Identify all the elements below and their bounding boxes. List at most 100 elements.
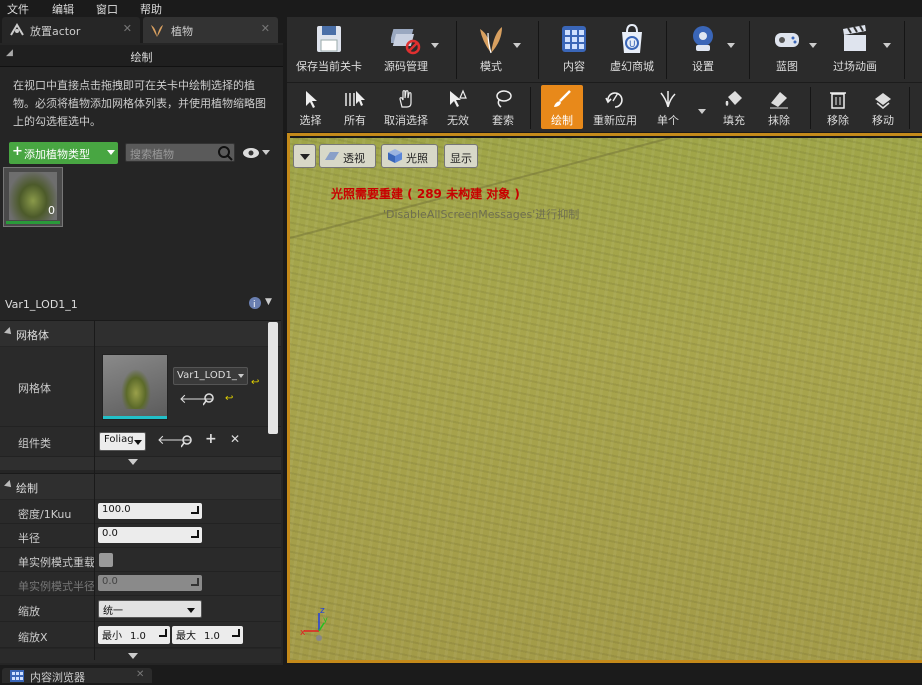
- collapse-arrow-icon: [4, 327, 14, 337]
- select-all-button[interactable]: 所有: [339, 89, 371, 128]
- deselect-button[interactable]: 取消选择: [381, 89, 431, 128]
- fill-button[interactable]: 填充: [717, 89, 751, 128]
- dropdown-arrow-icon[interactable]: [698, 109, 706, 114]
- reapply-button[interactable]: 重新应用: [589, 89, 641, 128]
- browse-icon[interactable]: [181, 435, 194, 448]
- lasso-button[interactable]: 套索: [485, 89, 521, 128]
- erase-button[interactable]: 抹除: [761, 89, 797, 128]
- mesh-thumbnail[interactable]: [102, 354, 168, 420]
- dropdown-arrow-icon[interactable]: [431, 43, 439, 48]
- foliage-active-bar: [6, 221, 60, 224]
- paint-description: 在视口中直接点击拖拽即可在关卡中绘制选择的植物。必须将植物添加网格体列表，并使用…: [13, 79, 266, 128]
- lit-cube-icon: [388, 149, 402, 163]
- dropdown-arrow-icon[interactable]: [883, 43, 891, 48]
- dropdown-arrow-icon[interactable]: [809, 43, 817, 48]
- foliage-search-input[interactable]: 搜索植物: [125, 143, 235, 162]
- erase-label: 抹除: [768, 114, 790, 127]
- view-options-icon[interactable]: ▼: [265, 297, 272, 307]
- dropdown-arrow-icon[interactable]: [727, 43, 735, 48]
- content-icon: [562, 26, 586, 52]
- invalid-button[interactable]: 无效: [441, 89, 475, 128]
- reset-icon[interactable]: ↩: [225, 393, 233, 404]
- save-icon: [317, 26, 341, 52]
- tab-content-browser[interactable]: 内容浏览器 ✕: [2, 668, 152, 684]
- menu-file[interactable]: 文件: [7, 1, 29, 17]
- scaling-combo[interactable]: 统一: [98, 600, 202, 618]
- menu-help[interactable]: 帮助: [140, 1, 162, 17]
- details-scrollbar[interactable]: [268, 322, 278, 434]
- single-instance-radius-label: 单实例模式半径: [18, 580, 95, 593]
- source-control-button[interactable]: 源码管理: [375, 23, 437, 74]
- mesh-row: 网格体 Var1_LOD1_ ↩ 🡐 ↩: [0, 347, 281, 427]
- svg-text:i: i: [253, 300, 256, 310]
- marketplace-button[interactable]: U 虚幻商城: [603, 23, 661, 74]
- paint-button[interactable]: 绘制: [541, 85, 583, 129]
- component-label: 组件类: [18, 437, 51, 450]
- menu-window[interactable]: 窗口: [96, 1, 118, 17]
- density-input[interactable]: 100.0: [98, 503, 202, 519]
- paint-section-header[interactable]: 绘制: [0, 473, 281, 499]
- mesh-asset-combo[interactable]: Var1_LOD1_: [173, 367, 248, 385]
- density-label: 密度/1Kuu: [18, 508, 72, 521]
- radius-row: 半径 0.0: [0, 524, 281, 548]
- viewport-options-button[interactable]: [293, 144, 316, 168]
- remove-button[interactable]: 移除: [821, 89, 855, 128]
- mesh-section-title: 网格体: [16, 329, 49, 342]
- mesh-section-header[interactable]: 网格体: [0, 320, 281, 346]
- foliage-thumbnail[interactable]: 0: [3, 167, 63, 227]
- resize-icon: [159, 629, 167, 637]
- select-icon: [305, 91, 317, 108]
- tab-foliage[interactable]: 植物 ✕: [143, 17, 278, 43]
- eye-icon[interactable]: [242, 147, 260, 159]
- show-button[interactable]: 显示: [444, 144, 478, 168]
- component-class-combo[interactable]: Foliag: [99, 432, 146, 451]
- blueprints-button[interactable]: 蓝图: [757, 23, 817, 74]
- content-label: 内容: [563, 60, 585, 73]
- tab-place-actor[interactable]: 放置actor ✕: [2, 17, 140, 43]
- source-control-icon: [389, 29, 421, 55]
- perspective-label: 透视: [343, 152, 365, 165]
- perspective-button[interactable]: 透视: [319, 144, 376, 168]
- select-button[interactable]: 选择: [293, 89, 328, 128]
- reapply-icon: [605, 92, 623, 108]
- search-icon[interactable]: [217, 145, 233, 161]
- remove-label: 移除: [827, 114, 849, 127]
- fill-icon: [725, 91, 742, 106]
- svg-text:U: U: [629, 40, 636, 50]
- radius-label: 半径: [18, 532, 40, 545]
- place-actor-icon: [10, 23, 24, 36]
- single-button[interactable]: 单个: [651, 89, 685, 128]
- paint-icon: [554, 90, 571, 107]
- single-instance-override-label: 单实例模式重载: [18, 556, 95, 569]
- close-icon[interactable]: ✕: [123, 22, 132, 35]
- move-button[interactable]: 移动: [865, 89, 901, 128]
- scale-x-max-input[interactable]: 最大 1.0: [172, 626, 243, 644]
- advanced-expander[interactable]: [0, 649, 281, 663]
- close-icon[interactable]: ✕: [136, 669, 144, 680]
- menu-edit[interactable]: 编辑: [52, 1, 74, 17]
- single-instance-override-checkbox[interactable]: [99, 553, 113, 567]
- cinematics-button[interactable]: 过场动画: [825, 23, 885, 74]
- clear-icon[interactable]: ✕: [230, 432, 240, 446]
- settings-button[interactable]: 设置: [673, 23, 733, 74]
- invalid-label: 无效: [447, 114, 469, 127]
- add-foliage-type-button[interactable]: + 添加植物类型: [9, 142, 118, 164]
- eye-dropdown-icon[interactable]: [262, 150, 270, 155]
- browse-icon[interactable]: [203, 393, 216, 406]
- close-icon[interactable]: ✕: [261, 22, 270, 35]
- advanced-expander[interactable]: [0, 457, 281, 470]
- save-level-button[interactable]: 保存当前关卡: [291, 23, 367, 74]
- blueprint-icon: [775, 33, 799, 47]
- modes-button[interactable]: 模式: [463, 23, 519, 74]
- add-icon[interactable]: +: [205, 431, 217, 447]
- lighting-button[interactable]: 光照: [381, 144, 438, 168]
- paint-label: 绘制: [551, 114, 573, 127]
- dropdown-arrow-icon[interactable]: [513, 43, 521, 48]
- dropdown-arrow-icon: [107, 150, 115, 155]
- content-button[interactable]: 内容: [545, 23, 603, 74]
- reset-icon[interactable]: ↩: [251, 377, 259, 388]
- scale-x-min-input[interactable]: 最小 1.0: [98, 626, 170, 644]
- trash-icon: [830, 92, 846, 109]
- info-icon[interactable]: i: [248, 296, 262, 310]
- radius-input[interactable]: 0.0: [98, 527, 202, 543]
